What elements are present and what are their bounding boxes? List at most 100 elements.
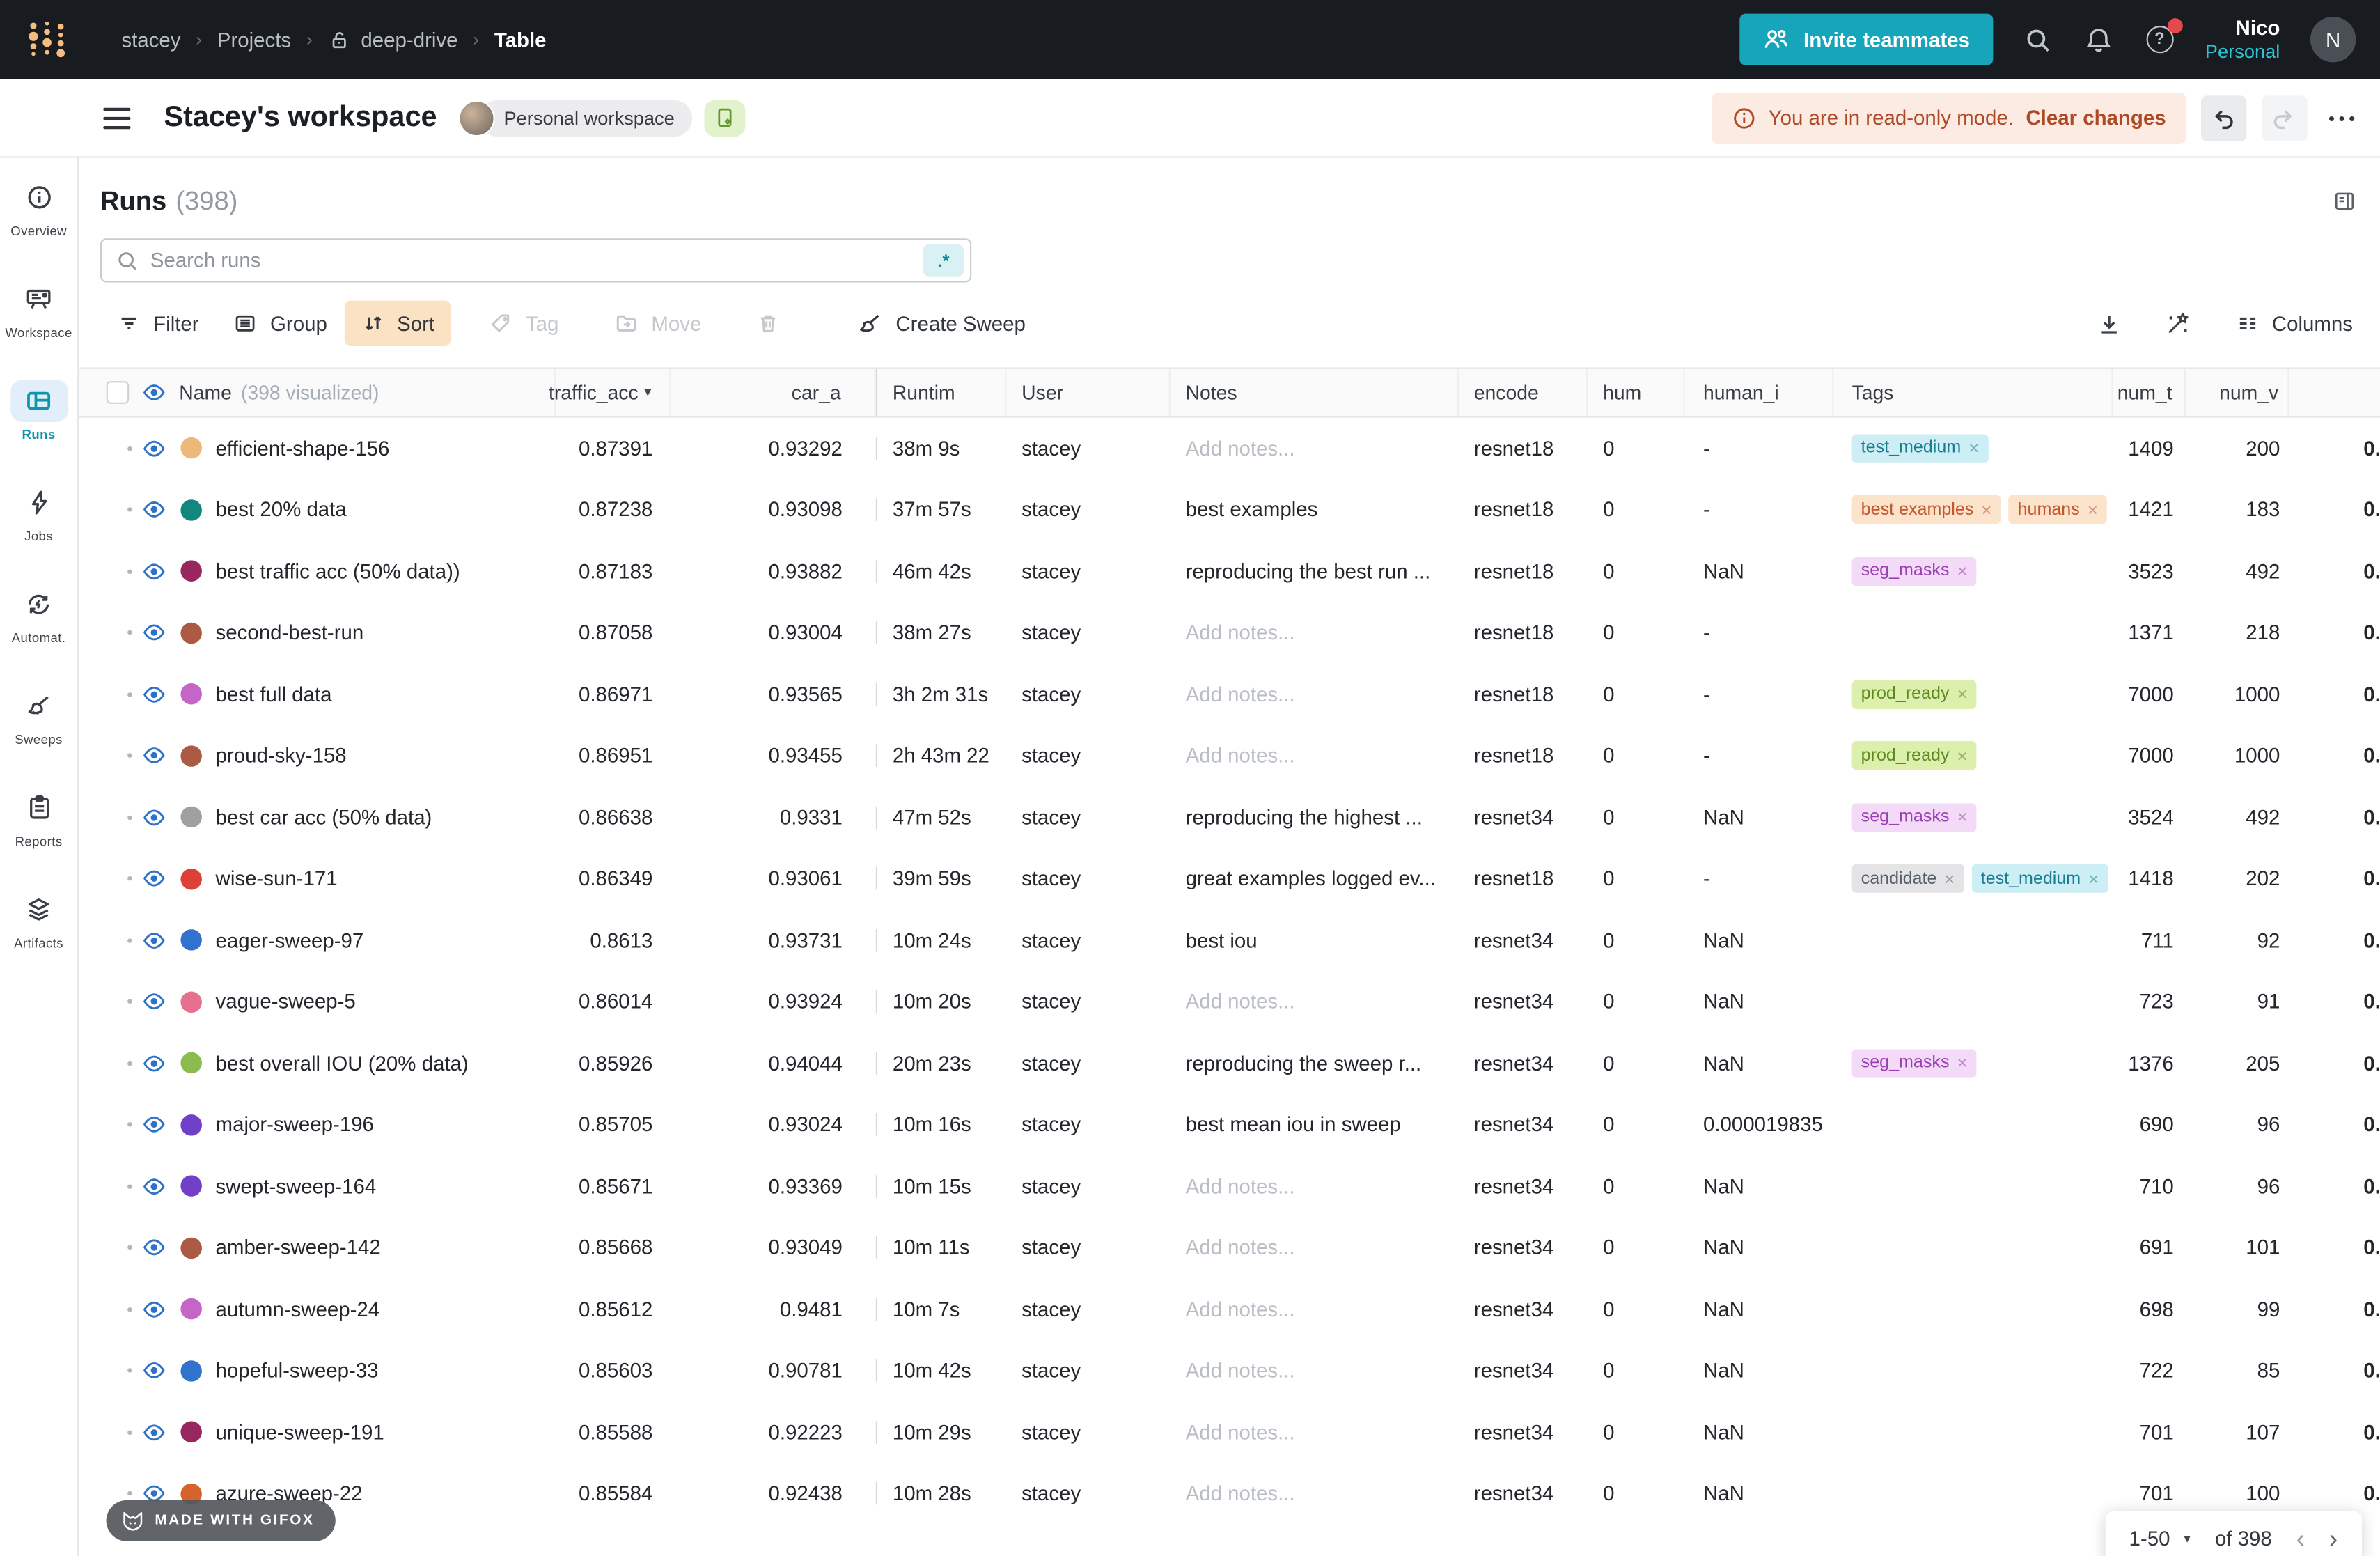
table-row[interactable]: autumn-sweep-24 0.85612 0.9481 10m 7s st…: [79, 1279, 2380, 1340]
row-handle-dot[interactable]: [127, 1430, 132, 1435]
wandb-logo-icon[interactable]: [27, 18, 67, 61]
table-row[interactable]: best car acc (50% data) 0.86638 0.9331 4…: [79, 786, 2380, 848]
row-handle-dot[interactable]: [127, 630, 132, 635]
page-size-dropdown[interactable]: 1-50 ▾: [2129, 1527, 2191, 1550]
row-handle-dot[interactable]: [127, 938, 132, 943]
next-page-button[interactable]: ›: [2329, 1526, 2338, 1552]
row-handle-dot[interactable]: [127, 692, 132, 697]
run-name-cell[interactable]: best traffic acc (50% data)): [173, 560, 556, 583]
notes-cell[interactable]: Add notes...: [1171, 745, 1459, 768]
sidebar-item-runs[interactable]: Runs: [0, 380, 77, 442]
run-name-cell[interactable]: vague-sweep-5: [173, 990, 556, 1013]
tag-close-icon[interactable]: ×: [2088, 499, 2098, 521]
breadcrumb-project[interactable]: deep-drive: [361, 28, 457, 51]
tag-close-icon[interactable]: ×: [1957, 1052, 1967, 1074]
magic-wand-icon[interactable]: [2164, 310, 2191, 337]
row-eye-cell[interactable]: [134, 1236, 173, 1259]
menu-icon[interactable]: [103, 107, 130, 129]
table-row[interactable]: vague-sweep-5 0.86014 0.93924 10m 20s st…: [79, 971, 2380, 1032]
undo-button[interactable]: [2201, 95, 2246, 140]
header-name[interactable]: Name (398 visualized): [173, 369, 556, 417]
tag-close-icon[interactable]: ×: [1981, 499, 1991, 521]
header-num-t[interactable]: num_t: [2113, 369, 2186, 417]
table-row[interactable]: wise-sun-171 0.86349 0.93061 39m 59s sta…: [79, 848, 2380, 910]
header-eye-cell[interactable]: [134, 369, 173, 417]
tag-close-icon[interactable]: ×: [2088, 868, 2099, 889]
sidebar-item-reports[interactable]: Reports: [0, 786, 77, 848]
breadcrumb-page[interactable]: Table: [494, 28, 547, 51]
run-name-cell[interactable]: second-best-run: [173, 621, 556, 644]
tag-pill[interactable]: test_medium×: [1852, 434, 1989, 462]
row-handle-dot[interactable]: [127, 508, 132, 513]
header-num-v[interactable]: num_v: [2186, 369, 2289, 417]
run-name-cell[interactable]: best car acc (50% data): [173, 806, 556, 829]
row-eye-cell[interactable]: [134, 929, 173, 952]
row-handle-dot[interactable]: [127, 1491, 132, 1496]
row-eye-cell[interactable]: [134, 867, 173, 890]
row-handle-dot[interactable]: [127, 446, 132, 451]
run-name-cell[interactable]: best full data: [173, 683, 556, 706]
run-name-cell[interactable]: wise-sun-171: [173, 867, 556, 890]
table-row[interactable]: unique-sweep-191 0.85588 0.92223 10m 29s…: [79, 1401, 2380, 1463]
notes-cell[interactable]: great examples logged ev...: [1171, 867, 1459, 890]
run-name-cell[interactable]: best overall IOU (20% data): [173, 1052, 556, 1075]
row-eye-cell[interactable]: [134, 437, 173, 460]
sidebar-item-artifacts[interactable]: Artifacts: [0, 888, 77, 950]
notes-cell[interactable]: best examples: [1171, 499, 1459, 522]
notes-cell[interactable]: Add notes...: [1171, 1482, 1459, 1505]
sort-button[interactable]: Sort: [344, 301, 451, 346]
breadcrumb-projects[interactable]: Projects: [217, 28, 291, 51]
notes-cell[interactable]: Add notes...: [1171, 621, 1459, 644]
tag-pill[interactable]: seg_masks×: [1852, 557, 1977, 586]
sidebar-item-overview[interactable]: Overview: [0, 176, 77, 238]
row-eye-cell[interactable]: [134, 1113, 173, 1136]
redo-button[interactable]: [2262, 95, 2307, 140]
sidebar-item-jobs[interactable]: Jobs: [0, 481, 77, 543]
user-block[interactable]: Nico Personal: [2205, 17, 2280, 62]
table-row[interactable]: amber-sweep-142 0.85668 0.93049 10m 11s …: [79, 1217, 2380, 1278]
tag-pill[interactable]: test_medium×: [1972, 864, 2108, 893]
move-button[interactable]: Move: [597, 301, 718, 346]
row-handle-dot[interactable]: [127, 1369, 132, 1374]
row-eye-cell[interactable]: [134, 1298, 173, 1321]
table-row[interactable]: hopeful-sweep-33 0.85603 0.90781 10m 42s…: [79, 1340, 2380, 1401]
search-icon[interactable]: [2023, 24, 2053, 55]
workspace-badge[interactable]: Personal workspace: [480, 100, 693, 136]
table-row[interactable]: best full data 0.86971 0.93565 3h 2m 31s…: [79, 664, 2380, 725]
header-traffic-acc[interactable]: traffic_acc ▾: [556, 369, 671, 417]
notes-cell[interactable]: best iou: [1171, 929, 1459, 952]
delete-button[interactable]: [739, 301, 797, 346]
header-hum[interactable]: hum: [1588, 369, 1685, 417]
run-name-cell[interactable]: proud-sky-158: [173, 745, 556, 768]
row-handle-dot[interactable]: [127, 1123, 132, 1128]
clear-changes-link[interactable]: Clear changes: [2026, 107, 2166, 130]
header-car-a[interactable]: car_a: [671, 369, 876, 417]
notes-cell[interactable]: Add notes...: [1171, 990, 1459, 1013]
tag-close-icon[interactable]: ×: [1957, 684, 1967, 706]
overflow-menu-icon[interactable]: •••: [2328, 107, 2359, 129]
row-handle-dot[interactable]: [127, 1184, 132, 1189]
header-runtime[interactable]: Runtim: [876, 369, 1006, 417]
row-eye-cell[interactable]: [134, 1175, 173, 1198]
run-name-cell[interactable]: swept-sweep-164: [173, 1175, 556, 1198]
notes-cell[interactable]: best mean iou in sweep: [1171, 1113, 1459, 1136]
notes-cell[interactable]: Add notes...: [1171, 1421, 1459, 1444]
header-user[interactable]: User: [1006, 369, 1170, 417]
tag-pill[interactable]: humans×: [2009, 495, 2108, 524]
row-eye-cell[interactable]: [134, 1052, 173, 1075]
columns-button[interactable]: Columns: [2234, 311, 2353, 336]
tag-close-icon[interactable]: ×: [1957, 807, 1967, 828]
help-icon[interactable]: ?: [2145, 24, 2175, 55]
table-row[interactable]: azure-sweep-22 0.85584 0.92438 10m 28s s…: [79, 1463, 2380, 1524]
notes-cell[interactable]: Add notes...: [1171, 1360, 1459, 1383]
tag-pill[interactable]: seg_masks×: [1852, 803, 1977, 832]
download-icon[interactable]: [2096, 311, 2122, 336]
row-eye-cell[interactable]: [134, 806, 173, 829]
run-name-cell[interactable]: eager-sweep-97: [173, 929, 556, 952]
create-sweep-button[interactable]: Create Sweep: [840, 301, 1042, 346]
tag-pill[interactable]: prod_ready×: [1852, 680, 1977, 708]
sidebar-item-workspace[interactable]: Workspace: [0, 278, 77, 340]
tag-button[interactable]: Tag: [473, 301, 576, 346]
regex-toggle[interactable]: .*: [923, 244, 964, 277]
workspace-notes-icon[interactable]: [705, 100, 746, 136]
